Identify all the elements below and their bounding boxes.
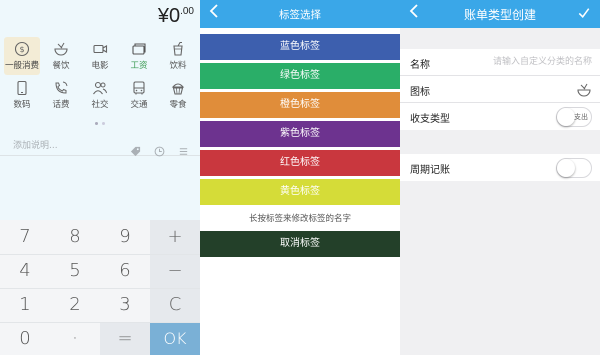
category-movie[interactable]: 电影 — [82, 37, 118, 75]
tag-red[interactable]: 红色标签 — [200, 150, 400, 176]
category-snack[interactable]: 零食 — [160, 76, 196, 114]
cancel-tag-button[interactable]: 取消标签 — [200, 231, 400, 257]
keypad: 7 8 9 + 4 5 6 − 1 2 3 C 0 · = OK — [0, 220, 200, 355]
category-label: 餐饮 — [52, 61, 70, 71]
toggle-knob — [557, 108, 575, 126]
category-label: 交通 — [130, 100, 148, 110]
tag-orange[interactable]: 橙色标签 — [200, 92, 400, 118]
bowl-icon[interactable] — [576, 82, 592, 98]
category-salary[interactable]: 工资 — [121, 37, 157, 75]
key-plus[interactable]: + — [150, 220, 200, 254]
key-6[interactable]: 6 — [100, 254, 150, 288]
key-dot[interactable]: · — [50, 322, 100, 355]
page-title: 标签选择 — [279, 9, 321, 21]
phone-icon — [4, 78, 40, 96]
category-phone-bill[interactable]: 话费 — [43, 76, 79, 114]
bowl-icon — [43, 39, 79, 57]
icon-row[interactable]: 图标 — [400, 76, 600, 103]
amount-bar: ¥0.00 — [0, 0, 200, 35]
video-camera-icon — [82, 39, 118, 57]
tag-select-panel: 标签选择 蓝色标签 绿色标签 橙色标签 紫色标签 红色标签 黄色标签 长按标签来… — [200, 0, 400, 355]
category-label: 数码 — [13, 100, 31, 110]
category-label: 一般消费 — [4, 61, 39, 71]
note-input[interactable]: 添加说明... — [13, 138, 58, 151]
tag-purple[interactable]: 紫色标签 — [200, 121, 400, 147]
people-icon — [82, 78, 118, 96]
recurring-toggle[interactable] — [556, 158, 592, 178]
category-dining[interactable]: 餐饮 — [43, 37, 79, 75]
type-row: 收支类型 支出 — [400, 103, 600, 130]
category-label: 零食 — [169, 100, 187, 110]
tag-list: 蓝色标签 绿色标签 橙色标签 紫色标签 红色标签 黄色标签 长按标签来修改标签的… — [200, 34, 400, 257]
key-9[interactable]: 9 — [100, 220, 150, 254]
tag-yellow[interactable]: 黄色标签 — [200, 179, 400, 205]
tag-icon[interactable] — [130, 142, 142, 156]
page-dot[interactable] — [95, 122, 98, 125]
confirm-check-icon[interactable] — [578, 5, 592, 21]
key-7[interactable]: 7 — [0, 220, 50, 254]
key-ok[interactable]: OK — [150, 322, 200, 355]
tag-blue[interactable]: 蓝色标签 — [200, 34, 400, 60]
toggle-text: 支出 — [574, 113, 588, 121]
category-transport[interactable]: 交通 — [121, 76, 157, 114]
type-form: 名称 图标 收支类型 支出 — [400, 49, 600, 130]
name-row: 名称 — [400, 49, 600, 76]
key-clear[interactable]: C — [150, 288, 200, 322]
category-label: 饮料 — [169, 61, 187, 71]
recurring-label: 周期记账 — [410, 165, 450, 176]
category-label: 电影 — [91, 61, 109, 71]
amount-display: ¥0.00 — [158, 5, 194, 28]
key-1[interactable]: 1 — [0, 288, 50, 322]
clock-icon[interactable] — [154, 142, 166, 156]
key-4[interactable]: 4 — [0, 254, 50, 288]
page-dot[interactable] — [102, 122, 105, 125]
svg-text:$: $ — [19, 45, 24, 54]
name-input[interactable] — [460, 53, 592, 71]
category-drink[interactable]: 饮料 — [160, 37, 196, 75]
key-2[interactable]: 2 — [50, 288, 100, 322]
list-icon[interactable] — [178, 142, 190, 155]
create-type-panel: 账单类型创建 名称 图标 收支类型 支出 周期记账 — [400, 0, 600, 355]
wallet-icon — [121, 39, 157, 57]
keypad-divider — [0, 322, 200, 323]
key-minus[interactable]: − — [150, 254, 200, 288]
page-title: 账单类型创建 — [463, 8, 536, 22]
category-label: 工资 — [130, 61, 148, 71]
key-equals[interactable]: = — [100, 322, 150, 355]
amount-main: ¥0 — [157, 5, 181, 27]
cup-icon — [160, 39, 196, 57]
recurring-row: 周期记账 — [400, 154, 600, 181]
category-label: 社交 — [91, 100, 109, 110]
keypad-divider — [0, 254, 200, 255]
expense-income-toggle[interactable]: 支出 — [556, 107, 592, 127]
nav-bar: 标签选择 — [200, 0, 400, 28]
key-3[interactable]: 3 — [100, 288, 150, 322]
bus-icon — [121, 78, 157, 96]
page-indicator — [0, 118, 200, 125]
category-label: 话费 — [52, 100, 70, 110]
category-social[interactable]: 社交 — [82, 76, 118, 114]
key-8[interactable]: 8 — [50, 220, 100, 254]
tag-green[interactable]: 绿色标签 — [200, 63, 400, 89]
recurring-form: 周期记账 — [400, 154, 600, 181]
note-tools — [123, 137, 190, 156]
calculator-panel: ¥0.00 $ 一般消费 餐饮 电影 工资 饮料 数码 话费 社交 交通 零食 … — [0, 0, 200, 355]
keypad-divider — [0, 288, 200, 289]
cupcake-icon — [160, 78, 196, 96]
key-0[interactable]: 0 — [0, 322, 50, 355]
category-general[interactable]: $ 一般消费 — [4, 37, 40, 75]
toggle-knob — [557, 159, 575, 177]
phone-call-icon — [43, 78, 79, 96]
coin-icon: $ — [4, 39, 40, 57]
key-5[interactable]: 5 — [50, 254, 100, 288]
name-label: 名称 — [410, 60, 430, 71]
type-label: 收支类型 — [410, 114, 450, 125]
category-digital[interactable]: 数码 — [4, 76, 40, 114]
hint-text: 长按标签来修改标签的名字 — [248, 214, 351, 224]
icon-label: 图标 — [410, 87, 430, 98]
note-row: 添加说明... — [0, 134, 200, 156]
nav-bar: 账单类型创建 — [400, 0, 600, 28]
amount-decimal: .00 — [180, 6, 194, 17]
